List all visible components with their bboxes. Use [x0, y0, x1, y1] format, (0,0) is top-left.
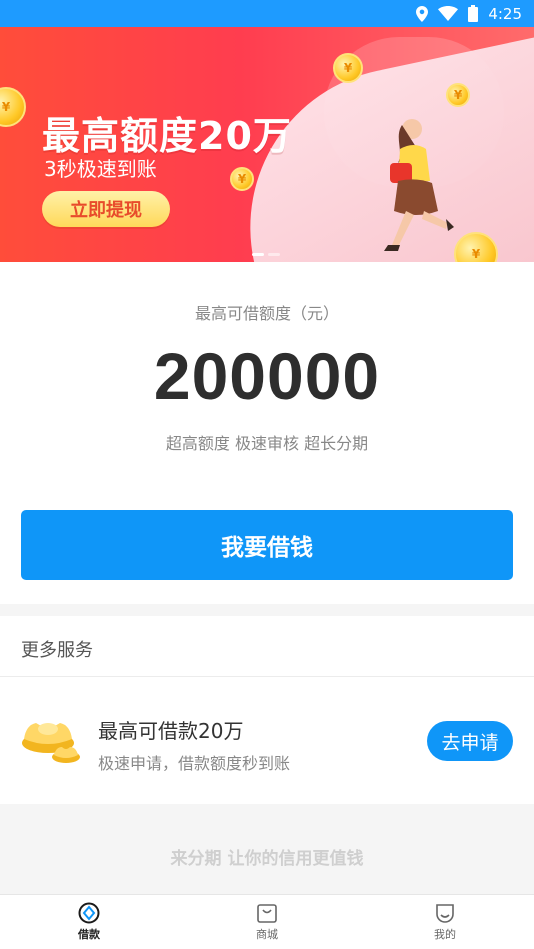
promo-banner[interactable]: ¥ ¥ ¥ ¥ ¥ 最高额度20万 3秒极速到账 立即提现	[0, 27, 534, 262]
profile-icon	[436, 904, 454, 923]
coin-icon: ¥	[230, 167, 254, 191]
borrow-money-button[interactable]: 我要借钱	[21, 510, 513, 580]
wifi-icon	[438, 6, 459, 21]
apply-button[interactable]: 去申请	[427, 721, 513, 761]
coin-icon: ¥	[446, 83, 470, 107]
banner-title: 最高额度20万	[42, 114, 292, 158]
woman-illustration	[384, 119, 454, 251]
more-services-section: 更多服务 最高可借款20万 极速申请，借款额度秒到账 去申请	[0, 616, 534, 804]
carousel-dot	[252, 253, 264, 256]
loan-icon	[78, 902, 100, 924]
shop-icon	[257, 904, 277, 923]
slogan-area: 来分期 让你的信用更值钱	[0, 804, 534, 894]
tab-label: 我的	[434, 928, 456, 941]
carousel-indicator	[252, 253, 280, 256]
section-title: 更多服务	[21, 640, 93, 661]
banner-subtitle: 3秒极速到账	[44, 157, 157, 181]
location-icon	[416, 5, 429, 22]
credit-limit-card: 最高可借额度（元） 200000 超高额度 极速审核 超长分期 我要借钱	[0, 262, 534, 604]
limit-amount: 200000	[153, 339, 381, 413]
withdraw-now-button[interactable]: 立即提现	[42, 191, 170, 227]
battery-icon	[468, 5, 479, 22]
service-name: 最高可借款20万	[98, 719, 244, 743]
tab-profile[interactable]: 我的	[356, 895, 534, 949]
tab-loan[interactable]: 借款	[0, 895, 178, 949]
gold-ingot-icon	[22, 723, 80, 763]
limit-label: 最高可借额度（元）	[194, 304, 339, 323]
limit-features: 超高额度 极速审核 超长分期	[165, 434, 369, 453]
tab-shop[interactable]: 商城	[178, 895, 356, 949]
status-bar: 4:25	[0, 0, 534, 27]
tab-label: 商城	[256, 928, 278, 941]
coin-icon: ¥	[333, 53, 363, 83]
slogan-text: 来分期 让你的信用更值钱	[170, 849, 364, 869]
status-time: 4:25	[488, 4, 522, 23]
service-item[interactable]: 最高可借款20万 极速申请，借款额度秒到账 去申请	[0, 677, 534, 804]
tab-label: 借款	[78, 928, 100, 941]
bottom-tab-bar: 借款 商城 我的	[0, 894, 534, 949]
service-description: 极速申请，借款额度秒到账	[98, 754, 291, 773]
coin-icon: ¥	[0, 87, 26, 127]
carousel-dot	[268, 253, 280, 256]
